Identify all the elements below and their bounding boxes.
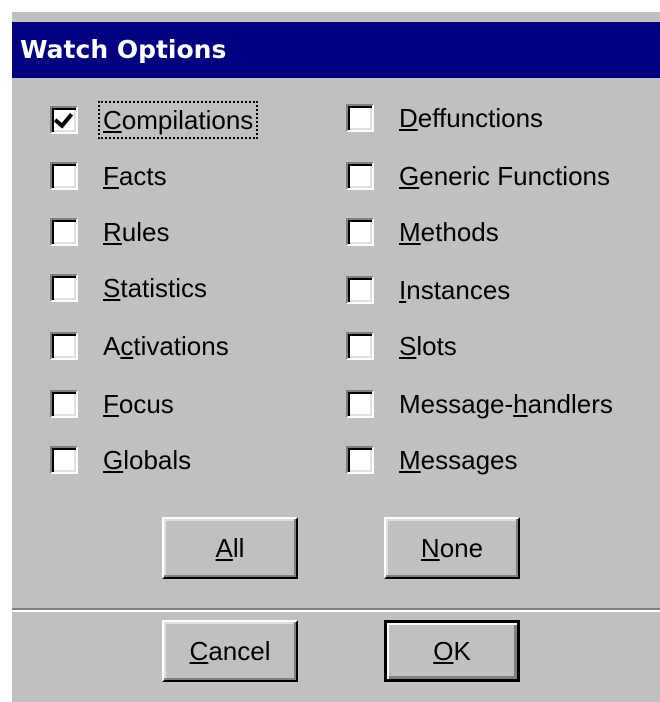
checkbox-methods[interactable] xyxy=(346,218,374,246)
checkbox-focus[interactable] xyxy=(50,390,78,418)
label-focus[interactable]: Focus xyxy=(98,385,179,423)
option-messages[interactable]: Messages xyxy=(346,440,523,480)
checkbox-deffunctions[interactable] xyxy=(346,104,374,132)
all-button[interactable]: All xyxy=(162,517,298,579)
checkbox-generic-functions[interactable] xyxy=(346,162,374,190)
checkbox-facts[interactable] xyxy=(50,162,78,190)
checkbox-globals[interactable] xyxy=(50,446,78,474)
label-instances[interactable]: Instances xyxy=(394,271,515,309)
label-facts[interactable]: Facts xyxy=(98,157,172,195)
label-rules[interactable]: Rules xyxy=(98,213,174,251)
checkbox-instances[interactable] xyxy=(346,276,374,304)
option-activations[interactable]: Activations xyxy=(50,326,234,366)
checkbox-activations[interactable] xyxy=(50,332,78,360)
watch-options-dialog: Watch Options Compilations Facts Rules S… xyxy=(10,10,660,702)
none-button[interactable]: None xyxy=(384,517,520,579)
option-facts[interactable]: Facts xyxy=(50,156,172,196)
checkbox-compilations[interactable] xyxy=(50,106,78,134)
label-globals[interactable]: Globals xyxy=(98,441,196,479)
label-statistics[interactable]: Statistics xyxy=(98,269,212,307)
checkbox-slots[interactable] xyxy=(346,332,374,360)
option-message-handlers[interactable]: Message-handlers xyxy=(346,384,618,424)
label-generic-functions[interactable]: Generic Functions xyxy=(394,157,615,195)
option-compilations[interactable]: Compilations xyxy=(50,100,259,140)
label-compilations[interactable]: Compilations xyxy=(98,101,259,139)
label-activations[interactable]: Activations xyxy=(98,327,234,365)
checkbox-messages[interactable] xyxy=(346,446,374,474)
option-methods[interactable]: Methods xyxy=(346,212,504,252)
label-methods[interactable]: Methods xyxy=(394,213,504,251)
label-slots[interactable]: Slots xyxy=(394,327,462,365)
checkbox-statistics[interactable] xyxy=(50,274,78,302)
option-rules[interactable]: Rules xyxy=(50,212,174,252)
option-focus[interactable]: Focus xyxy=(50,384,179,424)
option-deffunctions[interactable]: Deffunctions xyxy=(346,98,548,138)
separator xyxy=(12,608,660,612)
option-slots[interactable]: Slots xyxy=(346,326,462,366)
ok-button[interactable]: OK xyxy=(384,620,520,682)
option-globals[interactable]: Globals xyxy=(50,440,196,480)
label-deffunctions[interactable]: Deffunctions xyxy=(394,99,548,137)
option-generic-functions[interactable]: Generic Functions xyxy=(346,156,615,196)
checkbox-rules[interactable] xyxy=(50,218,78,246)
label-messages[interactable]: Messages xyxy=(394,441,523,479)
dialog-title: Watch Options xyxy=(12,22,660,78)
check-icon xyxy=(53,108,74,129)
option-instances[interactable]: Instances xyxy=(346,270,515,310)
label-message-handlers[interactable]: Message-handlers xyxy=(394,385,618,423)
cancel-button[interactable]: Cancel xyxy=(162,620,298,682)
checkbox-message-handlers[interactable] xyxy=(346,390,374,418)
option-statistics[interactable]: Statistics xyxy=(50,268,212,308)
